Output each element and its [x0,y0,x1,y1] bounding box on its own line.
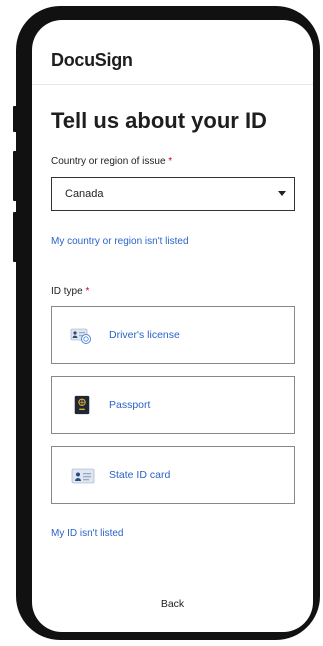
id-option-state-id-card[interactable]: State ID card [51,446,295,504]
required-asterisk: * [85,286,90,297]
id-option-passport[interactable]: Passport [51,376,295,434]
phone-screen: DocuSign Tell us about your ID Country o… [32,20,313,632]
id-not-listed-link[interactable]: My ID isn't listed [51,528,123,539]
required-asterisk: * [168,156,173,167]
state-id-card-label: State ID card [109,469,171,481]
passport-icon [74,395,90,415]
drivers-license-icon [70,328,91,344]
chevron-down-icon [278,191,286,196]
docusign-logo: DocuSign [51,50,133,70]
id-type-label: ID type * [51,286,89,297]
country-label-text: Country or region of issue [51,156,166,167]
passport-label: Passport [109,399,151,411]
id-option-drivers-license[interactable]: Driver's license [51,306,295,364]
page-title: Tell us about your ID [51,108,267,133]
country-field-label: Country or region of issue * [51,156,172,167]
back-button[interactable]: Back [32,598,313,610]
id-type-label-text: ID type [51,286,83,297]
app-header: DocuSign [32,20,313,85]
drivers-license-label: Driver's license [109,329,180,341]
country-select[interactable]: Canada [51,177,295,211]
state-id-card-icon [71,468,95,484]
country-not-listed-link[interactable]: My country or region isn't listed [51,236,189,247]
country-selected-value: Canada [65,188,104,200]
